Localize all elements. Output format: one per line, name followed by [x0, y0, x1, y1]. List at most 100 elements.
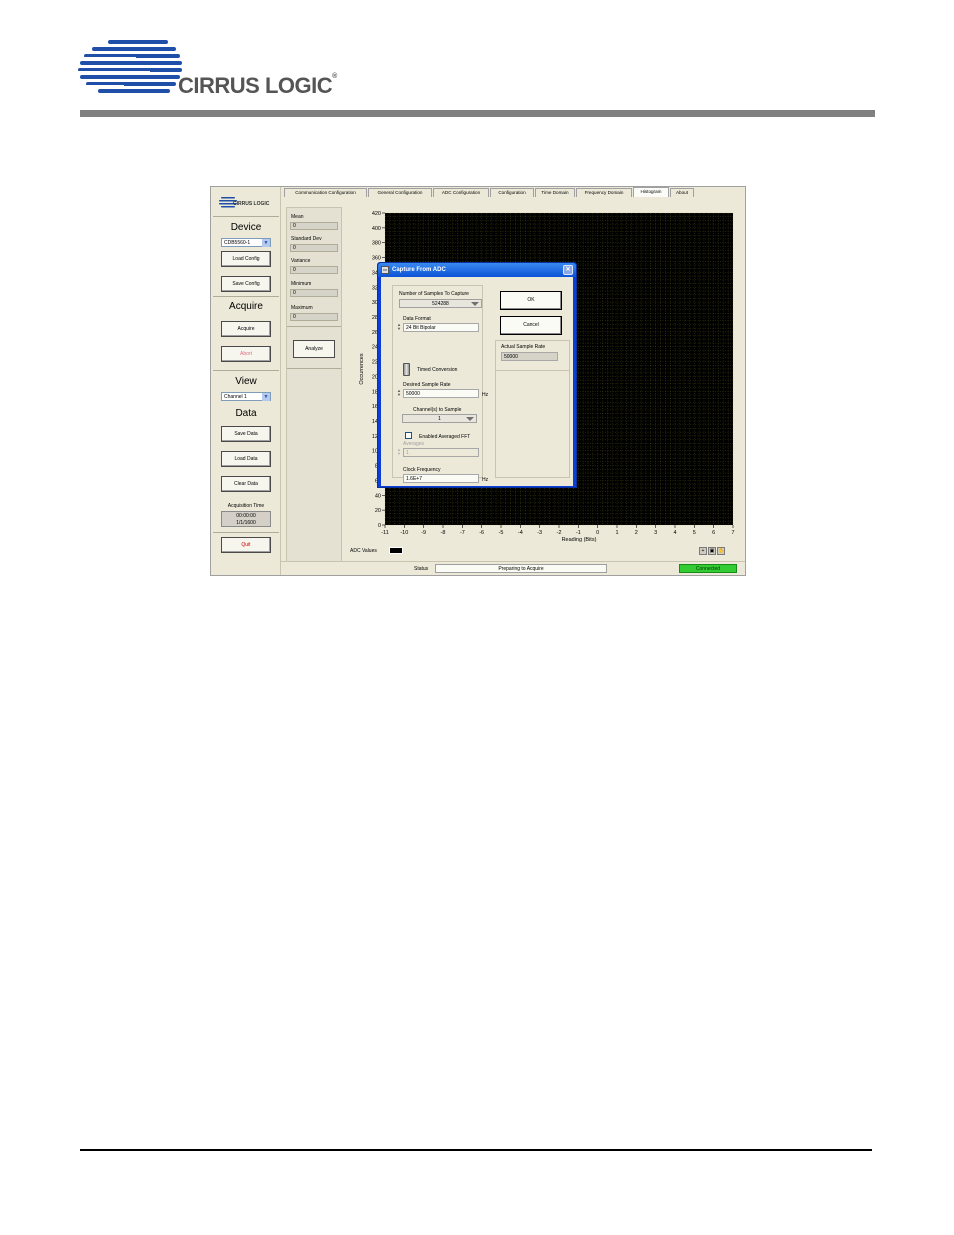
ok-button[interactable]: OK — [500, 291, 562, 310]
acquisition-time-value: 00:00:00 — [236, 513, 256, 519]
device-select[interactable]: CDB5560-1 ▼ — [221, 238, 271, 247]
x-tick-label: 2 — [635, 530, 638, 536]
save-config-button[interactable]: Save Config — [221, 276, 271, 292]
timed-conversion-toggle[interactable] — [403, 363, 410, 376]
x-tick-label: -5 — [499, 530, 504, 536]
acquire-heading: Acquire — [229, 301, 263, 312]
tab-configuration[interactable]: Configuration — [490, 188, 534, 197]
abort-button[interactable]: Abort — [221, 346, 271, 362]
adc-values-label: ADC Values — [350, 548, 377, 554]
sample-rate-field[interactable]: 50000 — [403, 389, 479, 398]
clock-frequency-field[interactable]: 1.6E+7 — [403, 474, 479, 483]
x-tick-label: -11 — [381, 530, 389, 536]
divider — [213, 370, 279, 371]
x-tick-label: 1 — [615, 530, 618, 536]
channel-select[interactable]: Channel 1 ▼ — [221, 392, 271, 401]
divider — [213, 296, 279, 297]
tab-bar: Communication Configuration General Conf… — [283, 187, 745, 197]
chevron-down-icon: ▼ — [262, 393, 270, 401]
x-tick-label: -4 — [518, 530, 523, 536]
connection-indicator: Connected — [679, 564, 737, 573]
sidebar-brand: CIRRUS LOGIC — [233, 201, 270, 207]
status-label: Status — [414, 566, 429, 572]
acquisition-time-label: Acquisition Time — [227, 503, 265, 509]
x-tick-label: -2 — [557, 530, 562, 536]
minimum-value: 0 — [290, 289, 338, 297]
clock-frequency-label: Clock Frequency — [403, 467, 441, 473]
view-heading: View — [235, 376, 257, 387]
x-tick-label: -3 — [537, 530, 542, 536]
save-data-button[interactable]: Save Data — [221, 426, 271, 442]
averages-label: Averages — [403, 441, 425, 447]
clear-data-button[interactable]: Clear Data — [221, 476, 271, 492]
close-icon[interactable]: ✕ — [563, 265, 573, 275]
dialog-title: Capture From ADC — [392, 267, 446, 273]
averaged-fft-checkbox[interactable] — [405, 432, 412, 439]
y-tick-label: 400 — [372, 226, 381, 232]
dialog-title-bar[interactable]: ▭ Capture From ADC ✕ — [378, 263, 576, 277]
x-tick-label: -8 — [441, 530, 446, 536]
y-tick-label: 380 — [372, 241, 381, 247]
device-heading: Device — [230, 222, 262, 233]
acquire-button[interactable]: Acquire — [221, 321, 271, 337]
y-tick-label: 420 — [372, 211, 381, 217]
load-config-button[interactable]: Load Config — [221, 251, 271, 267]
tab-frequency-domain[interactable]: Frequency Domain — [576, 188, 632, 197]
channels-select[interactable]: 1 — [402, 414, 477, 423]
zoom-icon[interactable]: ▣ — [708, 547, 716, 555]
channels-label: Channel(s) to Sample — [413, 407, 462, 413]
x-tick-label: -10 — [400, 530, 408, 536]
tab-adc-configuration[interactable]: ADC Configuration — [433, 188, 489, 197]
divider — [213, 532, 279, 533]
mean-label: Mean — [291, 214, 304, 220]
sidebar: CIRRUS LOGIC Device CDB5560-1 ▼ Load Conf… — [211, 187, 281, 575]
crosshair-icon[interactable]: + — [699, 547, 707, 555]
tab-communication-configuration[interactable]: Communication Configuration — [284, 188, 367, 197]
spinner-icon[interactable]: ▲ ▼ — [397, 389, 401, 398]
status-bar: Status Preparing to Acquire Connected — [281, 561, 745, 575]
y-tick-label: 40 — [375, 493, 381, 499]
hand-icon[interactable]: ✋ — [717, 547, 725, 555]
x-tick-label: -6 — [479, 530, 484, 536]
channels-value: 1 — [438, 416, 441, 422]
y-tick-label: 0 — [378, 523, 381, 529]
app-icon: ▭ — [381, 266, 389, 274]
data-format-label: Data Format — [403, 316, 431, 322]
cancel-button[interactable]: Cancel — [500, 316, 562, 335]
x-tick-label: -9 — [421, 530, 426, 536]
x-tick-label: 4 — [673, 530, 676, 536]
x-tick-label: 5 — [693, 530, 696, 536]
actual-rate-label: Actual Sample Rate — [501, 344, 546, 350]
spinner-icon[interactable]: ▲ ▼ — [397, 448, 401, 457]
samples-label: Number of Samples To Capture — [399, 291, 469, 297]
x-tick-label: 3 — [654, 530, 657, 536]
status-text: Preparing to Acquire — [435, 564, 607, 573]
y-tick-label: 360 — [372, 256, 381, 262]
chevron-down-icon — [466, 417, 474, 421]
y-tick-label: 20 — [375, 508, 381, 514]
divider — [287, 368, 341, 369]
spinner-icon[interactable]: ▲ ▼ — [397, 323, 401, 332]
data-heading: Data — [235, 408, 257, 419]
x-tick-label: 7 — [731, 530, 734, 536]
maximum-value: 0 — [290, 313, 338, 321]
variance-label: Variance — [291, 258, 311, 264]
tab-general-configuration[interactable]: General Configuration — [368, 188, 432, 197]
mean-value: 0 — [290, 222, 338, 230]
statistics-panel: Mean 0 Standard Dev 0 Variance 0 Minimum… — [286, 207, 342, 562]
chart-toolbar: ADC Values + ▣ ✋ — [347, 545, 745, 557]
tab-about[interactable]: About — [670, 188, 694, 197]
averages-field[interactable]: 1 — [403, 448, 479, 457]
plot-legend-icon[interactable] — [389, 547, 403, 554]
analyze-button[interactable]: Analyze — [293, 340, 335, 358]
samples-select[interactable]: 524288 — [399, 299, 482, 308]
tab-histogram[interactable]: Histogram — [633, 187, 669, 197]
actual-rate-value: 50000 — [501, 352, 558, 361]
quit-button[interactable]: Quit — [221, 537, 271, 553]
footer-rule — [80, 1149, 872, 1151]
samples-value: 524288 — [432, 301, 449, 307]
tab-time-domain[interactable]: Time Domain — [535, 188, 575, 197]
data-format-field[interactable]: 24 Bit Bipolar — [403, 323, 479, 332]
variance-value: 0 — [290, 266, 338, 274]
load-data-button[interactable]: Load Data — [221, 451, 271, 467]
